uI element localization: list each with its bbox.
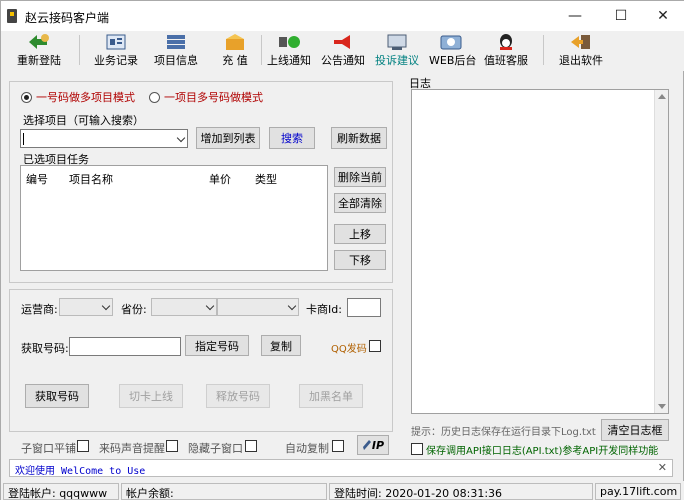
scroll-down-icon[interactable] bbox=[658, 404, 666, 409]
column-header-price[interactable]: 单价 bbox=[209, 171, 231, 187]
log-hint: 提示：历史日志保存在运行目录下Log.txt bbox=[411, 427, 596, 438]
card-online-button[interactable]: 切卡上线 bbox=[119, 384, 183, 408]
status-balance: 帐户余额: bbox=[121, 483, 327, 500]
radio-unselected[interactable] bbox=[149, 91, 160, 103]
blacklist-button[interactable]: 加黑名单 bbox=[299, 384, 363, 408]
mode-option-multi-project[interactable]: 一号码做多项目模式 bbox=[21, 89, 135, 105]
auto-copy-checkbox[interactable] bbox=[332, 440, 344, 452]
feedback-button[interactable]: 投诉建议 bbox=[373, 33, 421, 69]
hide-sub-window-label: 隐藏子窗口 bbox=[188, 442, 243, 455]
auto-copy-label: 自动复制 bbox=[285, 442, 329, 455]
mode-option-multi-number[interactable]: 一项目多号码做模式 bbox=[149, 89, 263, 105]
web-backend-icon bbox=[439, 33, 463, 51]
province-select[interactable] bbox=[151, 298, 217, 316]
search-button[interactable]: 搜索 bbox=[269, 127, 315, 149]
pencil-icon bbox=[362, 440, 371, 450]
sound-alert-checkbox[interactable] bbox=[166, 440, 178, 452]
api-log-label: 保存调用API接口日志(API.txt)参考API开发同样功能 bbox=[426, 446, 659, 457]
ip-button[interactable]: IP bbox=[357, 435, 389, 455]
clear-all-button[interactable]: 全部清除 bbox=[334, 193, 386, 213]
online-notice-icon bbox=[277, 33, 301, 51]
support-icon bbox=[494, 33, 518, 51]
records-icon bbox=[104, 33, 128, 51]
operator-select[interactable] bbox=[59, 298, 113, 316]
exit-icon bbox=[569, 33, 593, 51]
specify-number-button[interactable]: 指定号码 bbox=[185, 335, 249, 356]
project-search-combo[interactable] bbox=[20, 129, 188, 148]
release-number-button[interactable]: 释放号码 bbox=[206, 384, 270, 408]
chevron-down-icon bbox=[101, 301, 111, 311]
minimize-button[interactable]: — bbox=[553, 1, 597, 31]
status-login-time: 登陆时间: 2020-01-20 08:31:36 bbox=[329, 483, 593, 500]
sub-window-tile-checkbox[interactable] bbox=[77, 440, 89, 452]
get-number-label: 获取号码: bbox=[21, 342, 69, 355]
task-list[interactable]: 编号 项目名称 单价 类型 bbox=[20, 165, 328, 271]
chevron-down-icon bbox=[205, 301, 215, 311]
chevron-down-icon bbox=[287, 301, 297, 311]
online-notice-button[interactable]: 上线通知 bbox=[265, 33, 313, 69]
records-button[interactable]: 业务记录 bbox=[89, 33, 143, 69]
sound-alert-label: 来码声音提醒 bbox=[99, 442, 165, 455]
log-scrollbar[interactable] bbox=[654, 90, 668, 413]
welcome-bar: 欢迎使用 WelCome to Use ✕ bbox=[9, 459, 673, 477]
app-window: 赵云接码客户端 — ☐ ✕ 重新登陆 业务记录 项目信息 充 值 上线通知 公告… bbox=[0, 0, 684, 500]
window-title: 赵云接码客户端 bbox=[25, 11, 110, 25]
toolbar: 重新登陆 业务记录 项目信息 充 值 上线通知 公告通知 投诉建议 WEB后台 … bbox=[1, 31, 684, 71]
welcome-text: 欢迎使用 WelCome to Use bbox=[15, 466, 146, 477]
app-icon bbox=[7, 9, 17, 23]
clear-log-button[interactable]: 清空日志框 bbox=[601, 419, 669, 441]
status-bar: 登陆帐户: qqqwww 帐户余额: 登陆时间: 2020-01-20 08:3… bbox=[1, 481, 684, 500]
column-header-id[interactable]: 编号 bbox=[26, 171, 48, 187]
project-info-icon bbox=[164, 33, 188, 51]
column-header-name[interactable]: 项目名称 bbox=[69, 171, 113, 187]
operator-label: 运营商: bbox=[21, 303, 58, 316]
qq-code-checkbox[interactable] bbox=[369, 340, 381, 352]
toolbar-separator bbox=[543, 35, 544, 65]
chevron-down-icon[interactable] bbox=[176, 133, 186, 142]
announcement-icon bbox=[331, 33, 355, 51]
card-id-input[interactable] bbox=[347, 298, 381, 317]
status-account: 登陆帐户: qqqwww bbox=[3, 483, 119, 500]
relogin-button[interactable]: 重新登陆 bbox=[11, 33, 67, 69]
relogin-icon bbox=[27, 33, 51, 51]
recharge-icon bbox=[223, 33, 247, 51]
move-up-button[interactable]: 上移 bbox=[334, 224, 386, 244]
recharge-button[interactable]: 充 值 bbox=[213, 33, 257, 69]
sub-window-tile-label: 子窗口平铺 bbox=[21, 442, 76, 455]
move-down-button[interactable]: 下移 bbox=[334, 250, 386, 270]
web-backend-button[interactable]: WEB后台 bbox=[429, 33, 476, 69]
get-number-button[interactable]: 获取号码 bbox=[25, 384, 89, 408]
column-header-type[interactable]: 类型 bbox=[255, 171, 277, 187]
radio-selected[interactable] bbox=[21, 91, 32, 103]
toolbar-separator bbox=[79, 35, 80, 65]
copy-button[interactable]: 复制 bbox=[261, 335, 301, 356]
text-cursor bbox=[23, 133, 24, 145]
project-info-button[interactable]: 项目信息 bbox=[149, 33, 203, 69]
log-textarea[interactable] bbox=[411, 89, 669, 414]
status-site: pay.17lift.com bbox=[595, 483, 681, 500]
project-select-label: 选择项目（可输入搜索） bbox=[23, 114, 144, 127]
close-button[interactable]: ✕ bbox=[641, 1, 684, 31]
close-icon[interactable]: ✕ bbox=[658, 461, 667, 474]
feedback-icon bbox=[385, 33, 409, 51]
add-to-list-button[interactable]: 增加到列表 bbox=[196, 127, 260, 149]
hide-sub-window-checkbox[interactable] bbox=[245, 440, 257, 452]
scroll-up-icon[interactable] bbox=[658, 94, 666, 99]
province-label: 省份: bbox=[121, 303, 147, 316]
api-log-checkbox[interactable] bbox=[411, 443, 423, 455]
exit-button[interactable]: 退出软件 bbox=[555, 33, 607, 69]
phone-number-input[interactable] bbox=[69, 337, 181, 356]
qq-code-label: QQ发码 bbox=[331, 344, 367, 355]
toolbar-separator bbox=[261, 35, 262, 65]
title-bar: 赵云接码客户端 — ☐ ✕ bbox=[1, 1, 684, 31]
maximize-button[interactable]: ☐ bbox=[599, 1, 643, 31]
announcement-button[interactable]: 公告通知 bbox=[319, 33, 367, 69]
card-id-label: 卡商Id: bbox=[306, 303, 342, 316]
support-button[interactable]: 值班客服 bbox=[481, 33, 531, 69]
delete-current-button[interactable]: 删除当前 bbox=[334, 167, 386, 187]
city-select[interactable] bbox=[217, 298, 299, 316]
refresh-data-button[interactable]: 刷新数据 bbox=[331, 127, 387, 149]
